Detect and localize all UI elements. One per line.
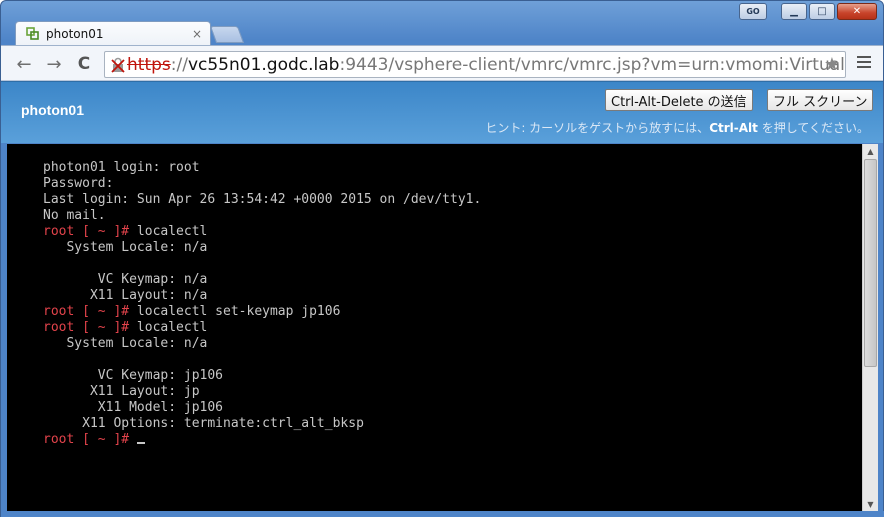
vmrc-header: photon01 Ctrl-Alt-Delete の送信 フル スクリーン ヒン… bbox=[1, 81, 883, 143]
console-text: X11 Layout: jp bbox=[43, 384, 200, 399]
ctrl-alt-delete-button[interactable]: Ctrl-Alt-Delete の送信 bbox=[605, 89, 753, 111]
url-scheme: https bbox=[127, 54, 171, 75]
forward-icon[interactable]: → bbox=[43, 53, 65, 75]
shell-prompt: root [ ~ ]# bbox=[43, 224, 130, 239]
console-text: System Locale: n/a bbox=[43, 240, 208, 255]
console-line: X11 Model: jp106 bbox=[43, 400, 862, 416]
fullscreen-button[interactable]: フル スクリーン bbox=[767, 89, 874, 111]
console-text: System Locale: n/a bbox=[43, 336, 208, 351]
url-separator: :// bbox=[170, 54, 188, 75]
release-cursor-hint: ヒント: カーソルをゲストから放すには、Ctrl-Alt を押してください。 bbox=[485, 119, 869, 136]
console-text: VC Keymap: n/a bbox=[43, 272, 208, 287]
browser-window: photon01 × GO ▁ □ ✕ ← → C https://vc55n0… bbox=[0, 0, 884, 517]
console-line: X11 Layout: n/a bbox=[43, 288, 862, 304]
console-line: X11 Options: terminate:ctrl_alt_bksp bbox=[43, 416, 862, 432]
console-text: X11 Model: jp106 bbox=[43, 400, 224, 415]
window-controls: GO ▁ □ ✕ bbox=[739, 3, 877, 20]
hint-key: Ctrl-Alt bbox=[709, 121, 758, 135]
console-line: X11 Layout: jp bbox=[43, 384, 862, 400]
console-text: localectl set-keymap jp106 bbox=[129, 304, 341, 319]
vm-console[interactable]: photon01 login: root Password: Last login:… bbox=[7, 144, 862, 511]
browser-toolbar: ← → C https://vc55n01.godc.lab:9443/vsph… bbox=[1, 45, 883, 81]
console-text: X11 Options: terminate:ctrl_alt_bksp bbox=[43, 416, 364, 431]
shell-prompt: root [ ~ ]# bbox=[43, 432, 130, 447]
console-line: System Locale: n/a bbox=[43, 240, 862, 256]
console-line: root [ ~ ]# bbox=[43, 432, 862, 448]
menu-icon[interactable] bbox=[857, 56, 871, 71]
console-text: localectl bbox=[129, 224, 208, 239]
console-text: photon01 login: root bbox=[43, 160, 200, 175]
url-path: :9443/vsphere-client/vmrc/vmrc.jsp?vm=ur… bbox=[339, 54, 846, 75]
hint-prefix: ヒント: カーソルをゲストから放すには、 bbox=[485, 121, 710, 135]
shell-prompt: root [ ~ ]# bbox=[43, 320, 130, 335]
new-tab-button[interactable] bbox=[209, 26, 245, 43]
go-button[interactable]: GO bbox=[739, 3, 767, 20]
close-icon[interactable]: ✕ bbox=[837, 3, 877, 20]
tab-photon01[interactable]: photon01 × bbox=[15, 21, 211, 46]
console-line: root [ ~ ]# localectl bbox=[43, 224, 862, 240]
text-cursor bbox=[136, 442, 145, 444]
console-text: X11 Layout: n/a bbox=[43, 288, 208, 303]
console-text: VC Keymap: jp106 bbox=[43, 368, 224, 383]
console-line: System Locale: n/a bbox=[43, 336, 862, 352]
tab-close-icon[interactable]: × bbox=[192, 27, 202, 41]
hint-suffix: を押してください。 bbox=[757, 121, 869, 135]
console-line: VC Keymap: jp106 bbox=[43, 368, 862, 384]
console-line: Password: bbox=[43, 176, 862, 192]
vsphere-icon bbox=[26, 27, 40, 41]
bookmark-star-icon[interactable]: ★ bbox=[824, 54, 840, 75]
scroll-down-icon[interactable]: ▼ bbox=[863, 497, 878, 511]
address-bar[interactable]: https://vc55n01.godc.lab:9443/vsphere-cl… bbox=[104, 51, 846, 78]
console-scrollbar[interactable]: ▲ ▼ bbox=[862, 144, 878, 511]
console-line: photon01 login: root bbox=[43, 160, 862, 176]
vm-name: photon01 bbox=[21, 102, 84, 118]
console-line: root [ ~ ]# localectl bbox=[43, 320, 862, 336]
minimize-icon[interactable]: ▁ bbox=[781, 3, 807, 20]
window-frame-bottom bbox=[1, 511, 884, 517]
console-text: localectl bbox=[129, 320, 208, 335]
scroll-thumb[interactable] bbox=[864, 159, 877, 367]
console-line: No mail. bbox=[43, 208, 862, 224]
console-line: Last login: Sun Apr 26 13:54:42 +0000 20… bbox=[43, 192, 862, 208]
console-text: Last login: Sun Apr 26 13:54:42 +0000 20… bbox=[43, 192, 482, 207]
maximize-icon[interactable]: □ bbox=[809, 3, 835, 20]
console-text: Password: bbox=[43, 176, 114, 191]
console-text: No mail. bbox=[43, 208, 106, 223]
shell-prompt: root [ ~ ]# bbox=[43, 304, 130, 319]
tab-strip: photon01 × GO ▁ □ ✕ bbox=[1, 1, 883, 46]
scroll-up-icon[interactable]: ▲ bbox=[863, 144, 878, 158]
insecure-lock-icon[interactable] bbox=[111, 56, 125, 74]
back-icon[interactable]: ← bbox=[13, 53, 35, 75]
console-line: root [ ~ ]# localectl set-keymap jp106 bbox=[43, 304, 862, 320]
url-host: vc55n01.godc.lab bbox=[187, 54, 340, 75]
reload-icon[interactable]: C bbox=[73, 53, 95, 75]
console-line: VC Keymap: n/a bbox=[43, 272, 862, 288]
tab-title: photon01 bbox=[46, 27, 104, 41]
